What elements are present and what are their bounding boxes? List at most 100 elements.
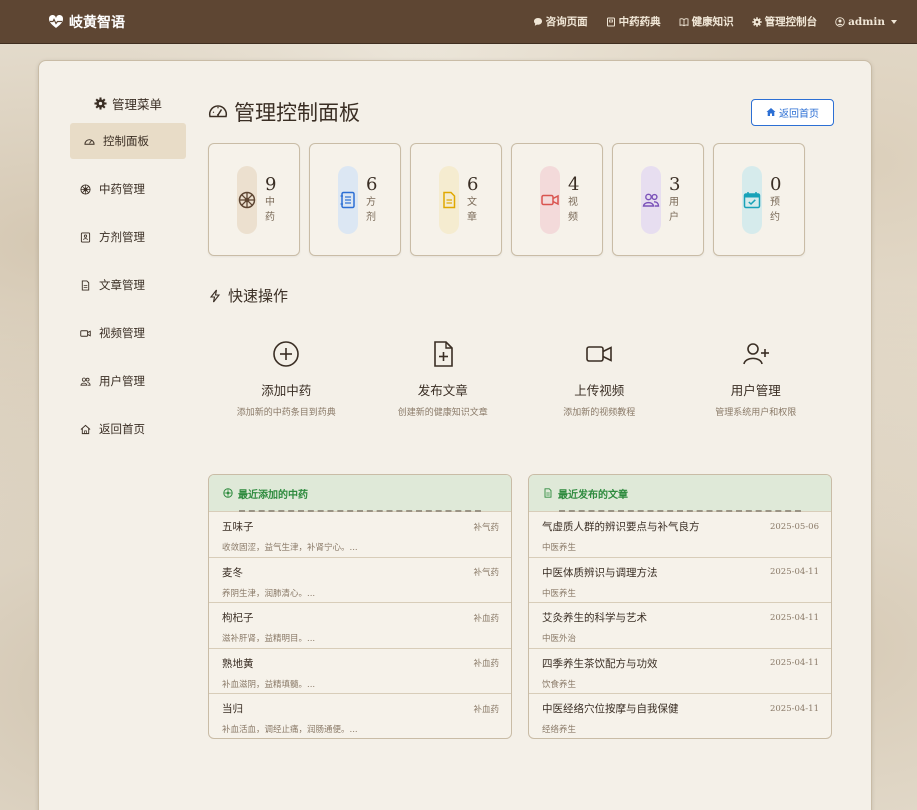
item-category: 经络养生: [542, 725, 577, 736]
stat-label: 文章: [467, 196, 477, 223]
sidebar-item-users[interactable]: 用户管理: [70, 363, 186, 399]
item-name: 气虚质人群的辨识要点与补气良方: [542, 521, 700, 533]
sidebar-item-formulas[interactable]: 方剂管理: [70, 219, 186, 255]
item-name: 五味子: [222, 521, 254, 533]
list-item[interactable]: 中医经络穴位按摩与自我保健 2025-04-11 经络养生: [529, 693, 831, 738]
stat-card-herbs[interactable]: 9 中药: [208, 143, 300, 256]
stat-label: 中药: [265, 196, 275, 223]
stat-card-formulas[interactable]: 6 方剂: [309, 143, 401, 256]
gear-icon: [94, 96, 107, 110]
document-icon: [544, 488, 552, 498]
item-category: 中医外治: [542, 634, 577, 645]
list-item[interactable]: 气虚质人群的辨识要点与补气良方 2025-05-06 中医养生: [529, 511, 831, 557]
panel-header: 最近发布的文章: [529, 475, 831, 512]
users-icon: [80, 377, 91, 386]
nav-consult[interactable]: 咨询页面: [533, 14, 588, 29]
quick-upload-video[interactable]: 上传视频 添加新的视频教程: [521, 340, 678, 418]
sidebar-item-label: 方剂管理: [99, 230, 145, 244]
quick-action-desc: 管理系统用户和权限: [715, 408, 797, 418]
recent-panels: 最近添加的中药 五味子 补气药 收敛固涩，益气生津，补肾宁心。... 麦冬 补气药 …: [208, 474, 834, 739]
item-description: 收敛固涩，益气生津，补肾宁心。...: [222, 543, 358, 553]
list-item[interactable]: 麦冬 补气药 养阴生津，润肺清心。...: [209, 556, 511, 603]
user-menu[interactable]: admin: [835, 16, 897, 28]
gear-icon: [751, 16, 762, 27]
brand[interactable]: 岐黄智语: [48, 12, 125, 32]
item-category: 饮食养生: [542, 679, 577, 690]
stats-row: 9 中药 6 方剂 6 文章 4 视频 3 用户 0 预约: [208, 143, 834, 256]
sidebar-item-home[interactable]: 返回首页: [70, 411, 186, 447]
item-category: 中医养生: [542, 543, 577, 553]
sidebar-item-label: 控制面板: [103, 134, 149, 148]
back-home-button[interactable]: 返回首页: [751, 98, 834, 126]
plus-circle-icon: [273, 341, 300, 367]
stat-icon-bg: [439, 165, 459, 234]
sidebar-item-label: 文章管理: [99, 278, 145, 292]
video-icon: [541, 194, 559, 205]
list-item[interactable]: 五味子 补气药 收敛固涩，益气生津，补肾宁心。...: [209, 511, 511, 557]
nav-admin[interactable]: 管理控制台: [751, 14, 817, 29]
list-item[interactable]: 中医体质辨识与调理方法 2025-04-11 中医养生: [529, 556, 831, 603]
item-name: 四季养生茶饮配方与功效: [542, 657, 658, 670]
nav-link-label: 咨询页面: [545, 16, 588, 28]
list-item[interactable]: 枸杞子 补血药 滋补肝肾，益精明目。...: [209, 602, 511, 648]
quick-publish-article[interactable]: 发布文章 创建新的健康知识文章: [365, 340, 522, 418]
item-date: 2025-04-11: [769, 658, 819, 669]
list-item[interactable]: 当归 补血药 补血活血，调经止痛，润肠通便。...: [209, 693, 511, 738]
item-date: 2025-04-11: [769, 612, 819, 623]
sidebar-item-label: 视频管理: [99, 326, 145, 340]
item-name: 枸杞子: [222, 612, 254, 625]
stat-label: 预约: [770, 196, 780, 223]
flower-icon: [238, 191, 256, 208]
document-icon: [81, 279, 90, 291]
home-icon: [80, 424, 91, 434]
page-title-text: 管理控制面板: [234, 101, 360, 125]
sidebar: 管理菜单 控制面板 中药管理 方剂管理 文章管理 视频管理 用户管理 返回首页: [70, 91, 186, 459]
item-name: 当归: [222, 703, 243, 716]
stat-icon-bg: [540, 165, 560, 234]
main-card: 管理菜单 控制面板 中药管理 方剂管理 文章管理 视频管理 用户管理 返回首页 …: [38, 60, 872, 810]
quick-add-herb[interactable]: 添加中药 添加新的中药条目到药典: [208, 340, 365, 418]
stat-value: 9: [265, 173, 277, 195]
stat-card-users[interactable]: 3 用户: [612, 143, 704, 256]
item-category: 补血药: [473, 659, 499, 670]
stat-label: 方剂: [366, 196, 376, 223]
sidebar-item-dashboard[interactable]: 控制面板: [70, 123, 186, 159]
list-item[interactable]: 熟地黄 补血药 补血滋阴，益精填髓。...: [209, 647, 511, 694]
quick-action-desc: 添加新的中药条目到药典: [236, 408, 336, 418]
item-category: 补气药: [473, 522, 499, 533]
item-category: 补血药: [473, 613, 499, 624]
speedometer-icon: [208, 105, 228, 118]
list-item[interactable]: 四季养生茶饮配方与功效 2025-04-11 饮食养生: [529, 647, 831, 694]
quick-action-title: 用户管理: [730, 383, 781, 398]
stat-card-appointments[interactable]: 0 预约: [713, 143, 805, 256]
speedometer-icon: [84, 138, 95, 145]
sidebar-title: 管理菜单: [70, 91, 186, 115]
stat-card-videos[interactable]: 4 视频: [511, 143, 603, 256]
panel-title: 最近添加的中药: [238, 489, 308, 501]
stat-label: 用户: [669, 196, 679, 223]
stat-value: 4: [568, 173, 580, 195]
calendar-check-icon: [743, 191, 761, 208]
stat-label: 视频: [568, 196, 578, 223]
stat-icon-bg: [742, 165, 762, 234]
quick-action-title: 上传视频: [574, 383, 625, 398]
sidebar-item-videos[interactable]: 视频管理: [70, 315, 186, 351]
quick-action-desc: 创建新的健康知识文章: [397, 408, 488, 418]
quick-user-management[interactable]: 用户管理 管理系统用户和权限: [678, 340, 835, 418]
sidebar-item-articles[interactable]: 文章管理: [70, 267, 186, 303]
home-icon: [766, 108, 776, 116]
main-content: 管理控制面板 返回首页 9 中药 6 方剂 6 文章 4 视频 3 用户 0 预…: [208, 97, 834, 739]
users-icon: [642, 193, 660, 207]
nav-herbs[interactable]: 中药药典: [606, 14, 661, 29]
video-icon: [586, 346, 613, 362]
nav-knowledge[interactable]: 健康知识: [679, 14, 734, 29]
stat-icon-bg: [641, 165, 661, 234]
flower-icon: [80, 183, 91, 195]
list-item[interactable]: 艾灸养生的科学与艺术 2025-04-11 中医外治: [529, 602, 831, 648]
lightning-icon: [209, 289, 221, 302]
item-date: 2025-05-06: [769, 521, 819, 532]
sidebar-item-herbs[interactable]: 中药管理: [70, 171, 186, 207]
quick-action-desc: 添加新的视频教程: [563, 408, 636, 418]
stat-icon-bg: [338, 165, 358, 234]
stat-card-articles[interactable]: 6 文章: [410, 143, 502, 256]
